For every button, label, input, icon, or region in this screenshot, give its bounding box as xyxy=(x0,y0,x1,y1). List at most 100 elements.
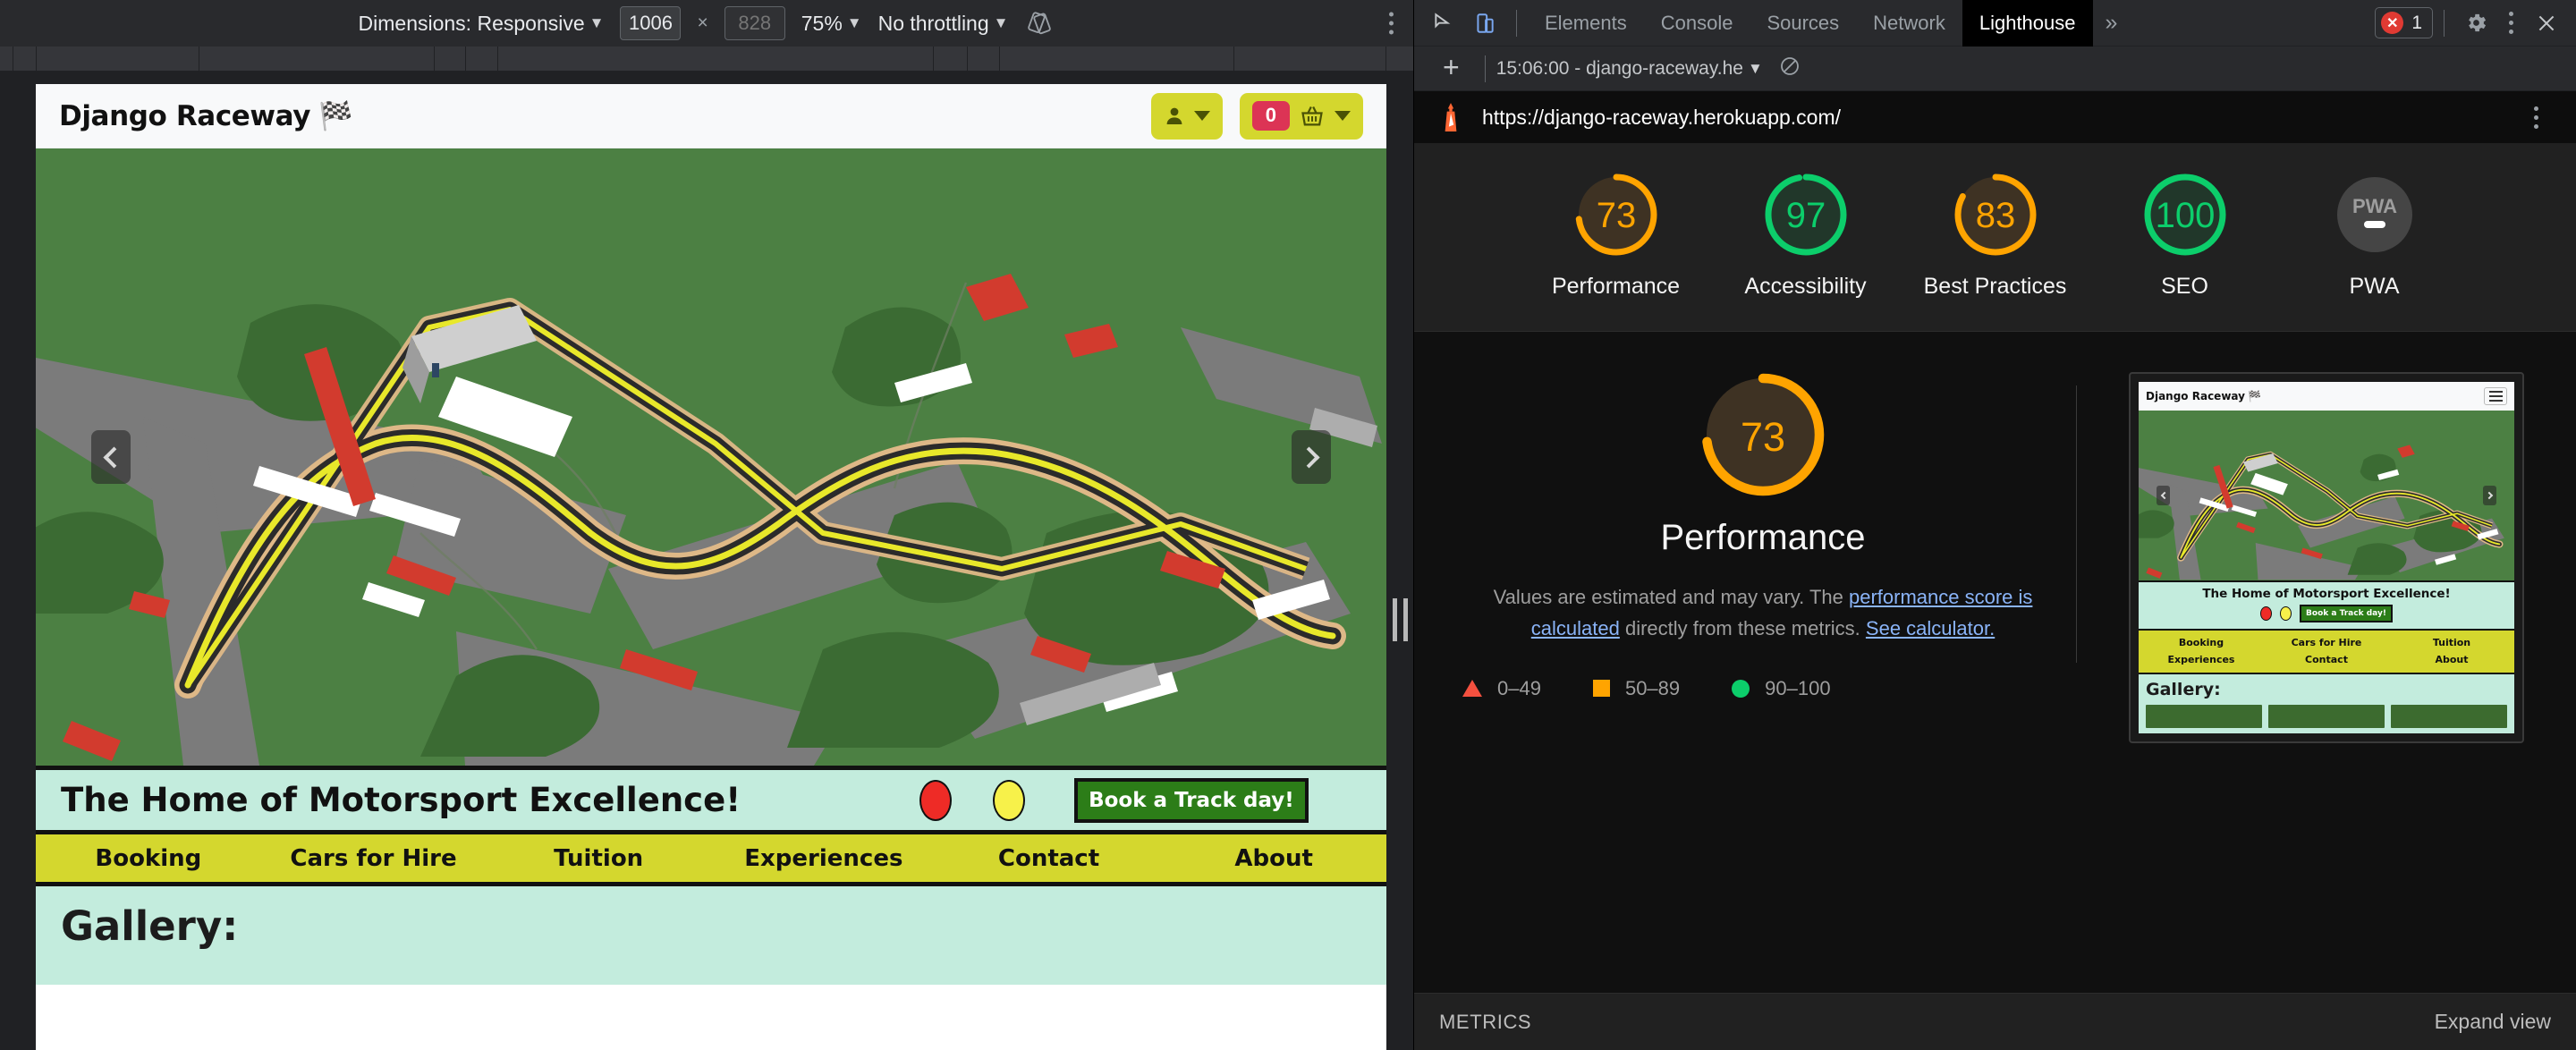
thumb-lights-row: Book a Track day! xyxy=(2139,604,2514,622)
carousel-next-button[interactable] xyxy=(1292,430,1331,484)
thumb-nav-contact: Contact xyxy=(2305,653,2348,665)
dimension-separator: × xyxy=(697,13,708,33)
nav-item-contact[interactable]: Contact xyxy=(936,845,1162,872)
tab-lighthouse[interactable]: Lighthouse xyxy=(1962,0,2093,47)
gauge-score-pwa: PWA xyxy=(2351,195,2396,217)
gauge-label-pwa: PWA xyxy=(2349,274,2400,299)
viewport-height-input[interactable] xyxy=(724,6,785,40)
throttling-label: No throttling xyxy=(877,11,989,35)
site-brand[interactable]: Django Raceway 🏁 xyxy=(59,99,353,133)
gallery-section: Gallery: xyxy=(36,886,1386,985)
account-dropdown-button[interactable] xyxy=(1150,92,1223,140)
chevron-down-icon: ▼ xyxy=(589,14,605,31)
nav-item-tuition[interactable]: Tuition xyxy=(486,845,711,872)
thumb-tagline-band: The Home of Motorsport Excellence! Book … xyxy=(2139,580,2514,631)
thumb-nav-experiences: Experiences xyxy=(2167,653,2235,665)
category-score-gauges: 73 Performance 97 Accessibility 83 Best … xyxy=(1414,143,2576,332)
thumb-carousel-prev xyxy=(2157,485,2170,505)
perf-desc-part1: Values are estimated and may vary. The xyxy=(1493,585,1849,608)
gallery-heading: Gallery: xyxy=(61,902,239,950)
toolbar-divider xyxy=(1516,9,1517,37)
triangle-fail-icon xyxy=(1462,680,1482,698)
square-average-icon xyxy=(1592,680,1610,698)
gauge-seo[interactable]: 100 SEO xyxy=(2090,170,2280,301)
tab-elements[interactable]: Elements xyxy=(1528,0,1644,47)
pane-resize-handle[interactable] xyxy=(1386,118,1413,1050)
report-run-label: 15:06:00 - django-raceway.he xyxy=(1496,57,1743,79)
racetrack-map-image xyxy=(36,148,1386,766)
more-tabs-icon[interactable]: » xyxy=(2093,10,2131,36)
devtools-menu-icon[interactable] xyxy=(2496,12,2526,34)
devtools-tabbar: Elements Console Sources Network Lightho… xyxy=(1414,0,2576,47)
performance-description: Values are estimated and may vary. The p… xyxy=(1481,581,2045,645)
legend-pass-range: 90–100 xyxy=(1765,676,1831,699)
gauge-accessibility[interactable]: 97 Accessibility xyxy=(1711,170,1901,301)
pwa-null-dash xyxy=(2363,221,2385,228)
chevron-down-icon: ▼ xyxy=(1747,59,1763,77)
thumb-gallery-images xyxy=(2146,704,2507,728)
report-url-bar: https://django-raceway.herokuapp.com/ xyxy=(1414,91,2576,143)
report-run-dropdown[interactable]: 15:06:00 - django-raceway.he ▼ xyxy=(1496,58,1763,80)
legend-average: 50–89 xyxy=(1592,676,1681,700)
report-menu-icon[interactable] xyxy=(2521,106,2551,129)
viewport-width-input[interactable] xyxy=(620,6,682,40)
legend-average-range: 50–89 xyxy=(1624,676,1681,699)
cart-count-badge: 0 xyxy=(1251,101,1290,131)
nav-item-booking[interactable]: Booking xyxy=(36,845,261,872)
expand-view-button[interactable]: Expand view xyxy=(2435,1010,2551,1034)
new-report-icon[interactable]: + xyxy=(1428,53,1474,85)
dimensions-dropdown[interactable]: Dimensions: Responsive ▼ xyxy=(359,12,605,36)
carousel-prev-button[interactable] xyxy=(91,430,131,484)
see-calculator-link[interactable]: See calculator. xyxy=(1866,617,1995,639)
tab-sources[interactable]: Sources xyxy=(1750,0,1856,47)
book-track-day-button[interactable]: Book a Track day! xyxy=(1074,777,1309,823)
lighthouse-icon xyxy=(1445,103,1457,131)
thumb-gallery-heading: Gallery: xyxy=(2146,679,2221,699)
device-toolbar-icon[interactable] xyxy=(1464,3,1505,44)
thumb-brand: Django Raceway 🏁 xyxy=(2146,390,2261,402)
tagline-band: The Home of Motorsport Excellence! Book … xyxy=(36,766,1386,834)
nav-item-experiences[interactable]: Experiences xyxy=(711,845,936,872)
thumb-site-header: Django Raceway 🏁 xyxy=(2139,381,2514,411)
chevron-down-icon: ▼ xyxy=(993,14,1009,31)
gauge-score-best-practices: 83 xyxy=(1975,196,2015,235)
gauge-label-seo: SEO xyxy=(2161,274,2208,299)
lighthouse-subtoolbar: + 15:06:00 - django-raceway.he ▼ xyxy=(1414,47,2576,91)
thumb-carousel-next xyxy=(2483,485,2496,505)
device-emulation-toolbar: Dimensions: Responsive ▼ × 75% ▼ No thro… xyxy=(0,0,1413,47)
throttling-dropdown[interactable]: No throttling ▼ xyxy=(878,12,1009,36)
device-toolbar-menu-icon[interactable] xyxy=(1389,12,1394,35)
thumb-brand-text: Django Raceway xyxy=(2146,389,2245,402)
dimensions-label: Dimensions: Responsive xyxy=(358,11,585,35)
gauge-pwa[interactable]: PWA PWA xyxy=(2280,170,2470,301)
error-count: 1 xyxy=(2411,12,2422,33)
thumb-yellow-light xyxy=(2280,605,2292,621)
cart-dropdown-button[interactable]: 0 xyxy=(1239,92,1363,140)
performance-big-gauge: 73 xyxy=(1701,373,1825,495)
rotate-device-icon[interactable] xyxy=(1024,8,1055,38)
thumb-nav-about: About xyxy=(2435,653,2469,665)
chevron-down-icon xyxy=(1193,111,1210,121)
nav-item-about[interactable]: About xyxy=(1161,845,1386,872)
performance-section: 73 Performance Values are estimated and … xyxy=(1414,332,2576,743)
chevron-down-icon: ▼ xyxy=(846,14,862,31)
gauge-best-practices[interactable]: 83 Best Practices xyxy=(1901,170,2090,301)
gauge-label-accessibility: Accessibility xyxy=(1744,274,1867,299)
gauge-label-performance: Performance xyxy=(1551,274,1681,299)
zoom-dropdown[interactable]: 75% ▼ xyxy=(801,12,862,36)
hamburger-icon xyxy=(2484,386,2507,405)
site-tagline: The Home of Motorsport Excellence! xyxy=(61,781,741,819)
tab-network[interactable]: Network xyxy=(1856,0,1962,47)
clear-reports-icon[interactable] xyxy=(1779,55,1801,81)
nav-item-cars-for-hire[interactable]: Cars for Hire xyxy=(261,845,487,872)
gauge-performance[interactable]: 73 Performance xyxy=(1521,170,1711,301)
checkered-flag-icon: 🏁 xyxy=(2247,389,2261,402)
performance-title: Performance xyxy=(1660,517,1866,557)
final-screenshot-thumbnail[interactable]: Django Raceway 🏁 The Home of Motorsport … xyxy=(2129,371,2524,743)
inspect-element-icon[interactable] xyxy=(1423,3,1464,44)
legend-fail: 0–49 xyxy=(1462,677,1541,700)
tab-console[interactable]: Console xyxy=(1644,0,1750,47)
error-count-badge[interactable]: ✕ 1 xyxy=(2375,7,2433,38)
gear-icon[interactable] xyxy=(2455,3,2496,44)
close-icon[interactable] xyxy=(2526,3,2567,44)
